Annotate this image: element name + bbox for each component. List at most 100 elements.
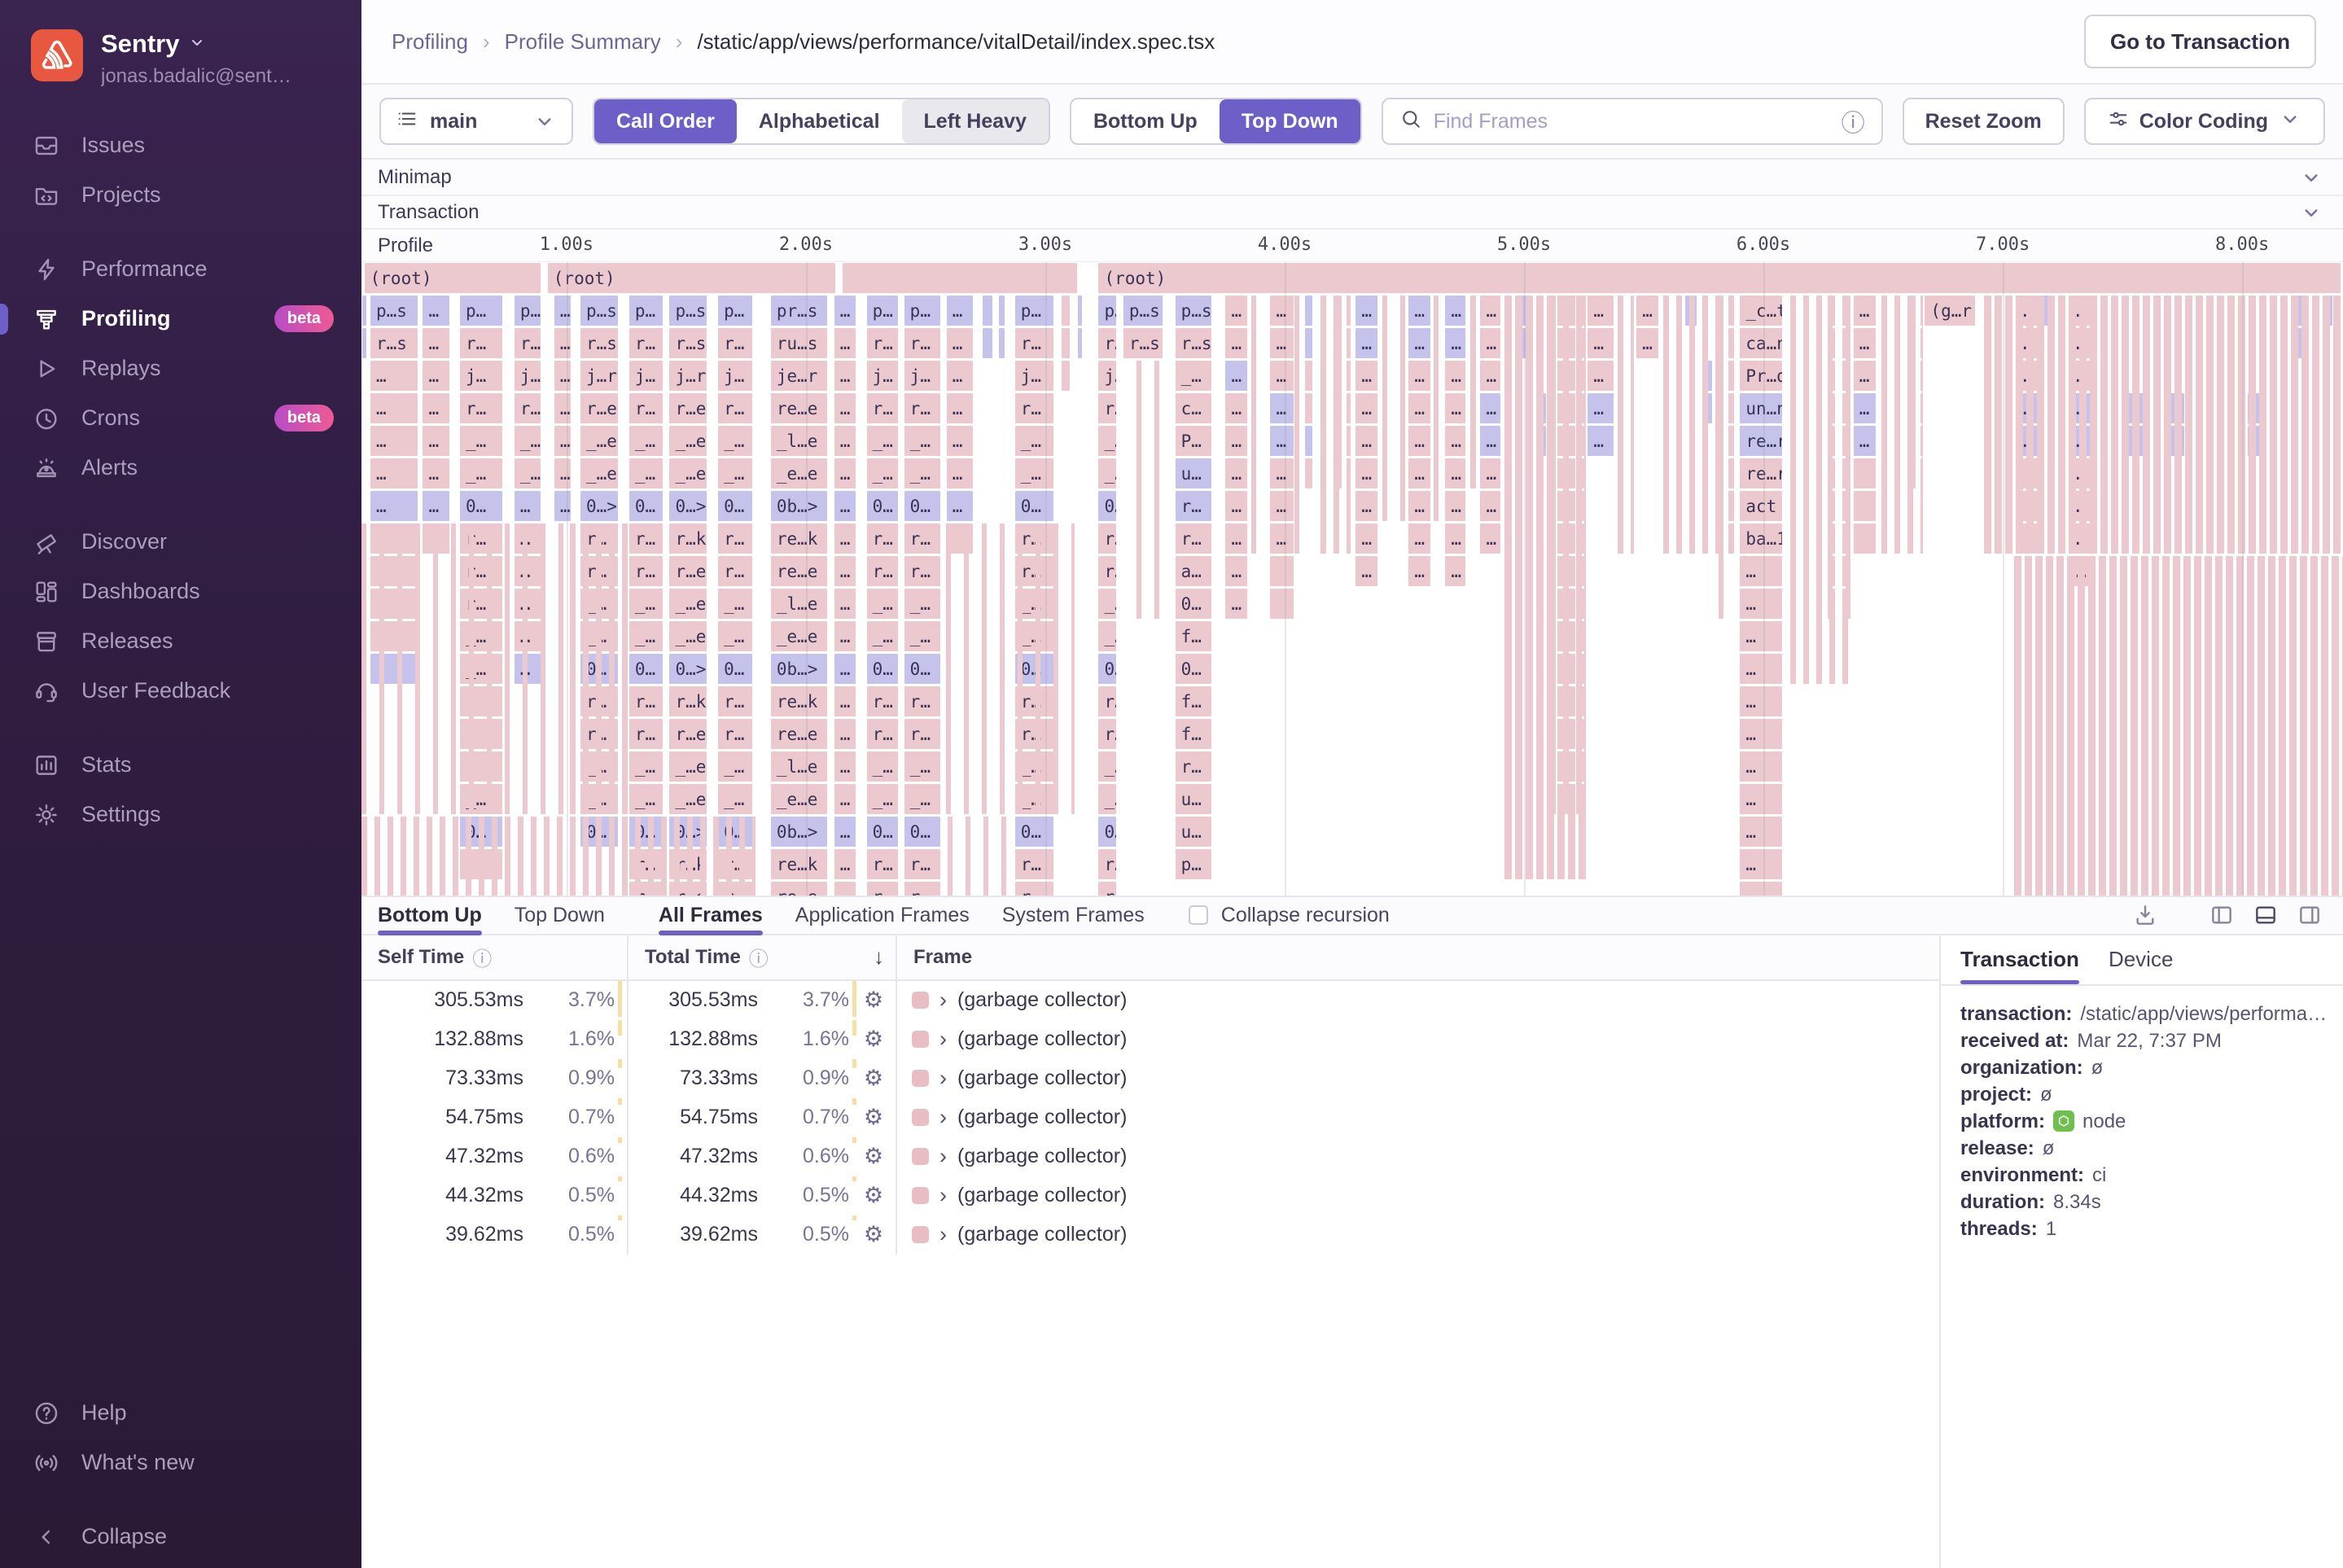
flame-frame[interactable]: 0… bbox=[904, 654, 940, 684]
flame-frame[interactable]: … bbox=[1355, 328, 1378, 358]
flame-frame[interactable]: _… bbox=[514, 458, 541, 488]
flame-frame[interactable]: … bbox=[1588, 361, 1614, 391]
flame-frame[interactable]: … bbox=[946, 393, 973, 423]
flame-frame[interactable]: … bbox=[514, 491, 541, 521]
go-to-transaction-button[interactable]: Go to Transaction bbox=[2083, 15, 2316, 68]
flame-frame[interactable]: … bbox=[834, 328, 856, 358]
sidebar-item-stats[interactable]: Stats bbox=[0, 740, 361, 790]
flame-frame[interactable]: _… bbox=[1098, 621, 1116, 651]
flame-frame[interactable]: … bbox=[370, 491, 418, 521]
flame-frame[interactable]: … bbox=[1225, 523, 1248, 554]
flame-frame[interactable]: r… bbox=[1014, 849, 1053, 879]
flame-frame[interactable]: … bbox=[1445, 556, 1466, 586]
flame-frame[interactable]: r… bbox=[628, 686, 663, 716]
flame-frame[interactable]: r… bbox=[1098, 849, 1116, 879]
flame-frame[interactable]: r… bbox=[1175, 751, 1211, 782]
flame-frame[interactable]: j… bbox=[904, 361, 940, 391]
flame-frame[interactable]: r… bbox=[718, 393, 753, 423]
sidebar-item-performance[interactable]: Performance bbox=[0, 244, 361, 294]
flame-frame[interactable]: r… bbox=[904, 686, 940, 716]
flame-frame[interactable] bbox=[1062, 328, 1070, 358]
layout-bottom-icon[interactable] bbox=[2252, 902, 2279, 928]
thread-select[interactable]: main bbox=[379, 98, 573, 145]
flame-frame[interactable]: j… bbox=[866, 361, 898, 391]
flame-frame[interactable]: _… bbox=[866, 426, 898, 456]
flame-frame[interactable]: 0… bbox=[1175, 654, 1211, 684]
flame-frame[interactable]: … bbox=[554, 458, 571, 488]
flame-frame[interactable]: re…r bbox=[1740, 426, 1783, 456]
flame-frame[interactable]: r… bbox=[628, 556, 663, 586]
flame-frame[interactable]: r… bbox=[459, 393, 502, 423]
flame-frame[interactable]: … bbox=[370, 361, 418, 391]
flame-frame[interactable]: r… bbox=[904, 719, 940, 749]
flame-frame[interactable]: r… bbox=[1098, 719, 1116, 749]
frame-settings-gear-icon[interactable]: ⚙ bbox=[856, 1066, 891, 1091]
flame-frame[interactable]: r… bbox=[866, 556, 898, 586]
flame-frame[interactable]: r… bbox=[866, 393, 898, 423]
flame-frame[interactable]: r… bbox=[718, 686, 753, 716]
flame-frame[interactable]: … bbox=[1225, 328, 1248, 358]
flame-frame[interactable]: p… bbox=[1014, 296, 1053, 326]
flame-frame[interactable]: 0…> bbox=[669, 654, 707, 684]
reset-zoom-button[interactable]: Reset Zoom bbox=[1902, 98, 2065, 145]
flame-frame[interactable]: r…s bbox=[580, 328, 618, 358]
tab-system-frames[interactable]: System Frames bbox=[1002, 897, 1145, 934]
flame-frame[interactable]: 0… bbox=[628, 491, 663, 521]
flame-frame[interactable]: … bbox=[423, 296, 449, 326]
flame-frame[interactable]: … bbox=[1480, 393, 1501, 423]
flame-frame[interactable]: … bbox=[1225, 556, 1248, 586]
expand-chevron-icon[interactable]: › bbox=[939, 1027, 947, 1052]
flame-frame[interactable]: r… bbox=[866, 686, 898, 716]
flame-frame[interactable]: 0… bbox=[904, 817, 940, 847]
flame-frame[interactable]: 0… bbox=[628, 654, 663, 684]
flame-frame[interactable]: _… bbox=[628, 751, 663, 782]
flame-frame[interactable]: … bbox=[1355, 361, 1378, 391]
flame-frame[interactable]: _… bbox=[718, 621, 753, 651]
flame-frame[interactable]: r… bbox=[866, 328, 898, 358]
color-coding-button[interactable]: Color Coding bbox=[2083, 98, 2325, 145]
flame-frame[interactable]: … bbox=[423, 328, 449, 358]
flame-frame[interactable]: … bbox=[834, 393, 856, 423]
flame-frame[interactable]: _… bbox=[1098, 426, 1116, 456]
flame-frame[interactable]: _… bbox=[628, 784, 663, 814]
flame-frame[interactable] bbox=[1304, 328, 1312, 358]
flame-frame[interactable]: … bbox=[834, 458, 856, 488]
flame-root-frame[interactable]: (root) bbox=[1098, 263, 2341, 293]
flame-frame[interactable]: … bbox=[1270, 328, 1294, 358]
flame-frame[interactable]: … bbox=[1355, 296, 1378, 326]
sidebar-item-issues[interactable]: Issues bbox=[0, 120, 361, 170]
flame-frame[interactable]: Pr…d bbox=[1740, 361, 1783, 391]
flame-frame[interactable] bbox=[1304, 458, 1312, 488]
flame-frame[interactable] bbox=[1062, 361, 1070, 391]
flame-frame[interactable]: r… bbox=[904, 849, 940, 879]
flame-frame[interactable]: … bbox=[423, 491, 449, 521]
flame-frame[interactable]: … bbox=[1480, 361, 1501, 391]
flame-frame[interactable]: u… bbox=[1175, 817, 1211, 847]
flame-frame[interactable]: … bbox=[834, 817, 856, 847]
flame-frame[interactable]: 0b…> bbox=[770, 491, 827, 521]
flame-frame[interactable]: _…e bbox=[669, 589, 707, 619]
flame-frame[interactable]: … bbox=[1853, 296, 1876, 326]
flame-frame[interactable]: a… bbox=[1175, 556, 1211, 586]
flame-frame[interactable]: … bbox=[1588, 296, 1614, 326]
flame-frame[interactable]: f… bbox=[1175, 686, 1211, 716]
flame-frame[interactable]: _…e bbox=[669, 426, 707, 456]
flame-frame[interactable]: … bbox=[1740, 719, 1783, 749]
flame-frame[interactable]: p…s bbox=[669, 296, 707, 326]
flame-frame[interactable]: … bbox=[1853, 393, 1876, 423]
flame-frame[interactable]: re…k bbox=[770, 849, 827, 879]
tab-application-frames[interactable]: Application Frames bbox=[795, 897, 970, 934]
flame-frame[interactable]: … bbox=[1270, 491, 1294, 521]
flame-frame[interactable]: r… bbox=[628, 523, 663, 554]
sidebar-item-projects[interactable]: Projects bbox=[0, 170, 361, 220]
flame-frame[interactable]: … bbox=[1355, 523, 1378, 554]
transaction-section-header[interactable]: Transaction bbox=[361, 196, 2343, 230]
flame-frame[interactable]: _… bbox=[1098, 589, 1116, 619]
flame-frame[interactable]: … bbox=[1740, 784, 1783, 814]
flame-frame[interactable]: … bbox=[834, 719, 856, 749]
flame-frame[interactable]: pr…s bbox=[770, 296, 827, 326]
flame-frame[interactable] bbox=[1077, 328, 1083, 358]
flame-frame[interactable]: _… bbox=[718, 784, 753, 814]
flame-frame[interactable]: … bbox=[1270, 458, 1294, 488]
flame-frame[interactable]: … bbox=[834, 686, 856, 716]
